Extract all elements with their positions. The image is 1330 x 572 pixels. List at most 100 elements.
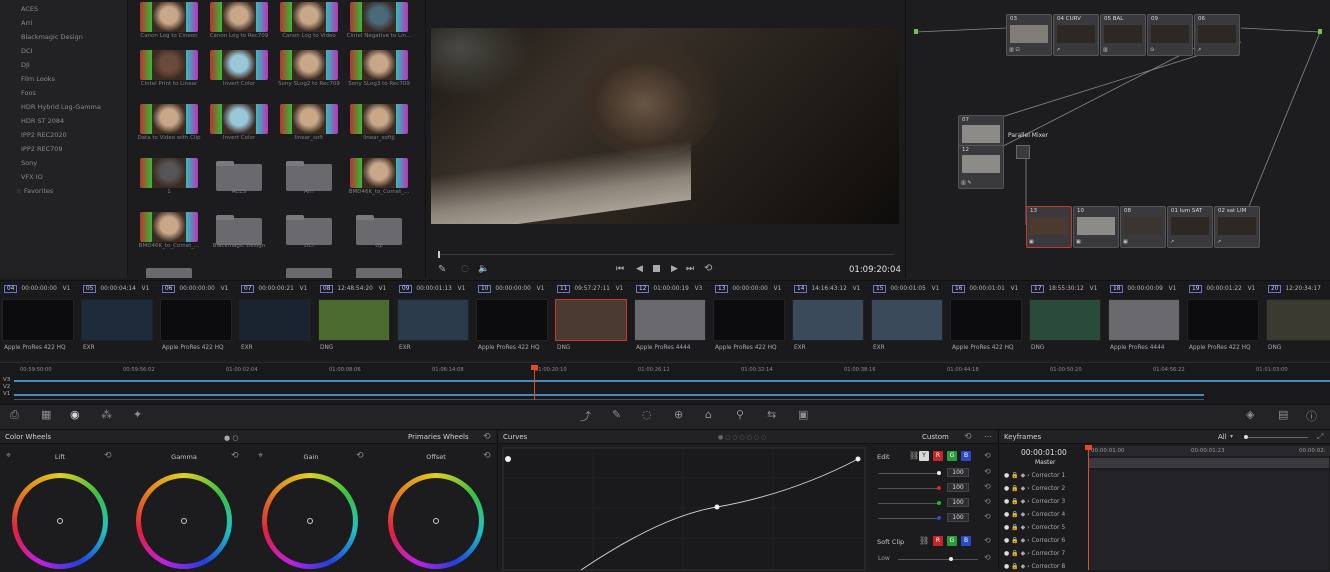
softclip-r-button[interactable]: R <box>933 536 943 546</box>
keyframe-row[interactable]: ● 🔒 ◆ › Corrector 8 <box>1004 563 1065 570</box>
value-b[interactable]: 100 <box>947 513 969 522</box>
node-01-lum-sat[interactable]: 01 lum SAT ↗ <box>1167 206 1213 248</box>
lock-icon[interactable]: 🔒 <box>1011 511 1018 518</box>
lut-folder-icon[interactable] <box>146 265 192 278</box>
node-09[interactable]: 09 ⊙ <box>1147 14 1193 56</box>
zoom-slider[interactable] <box>1244 437 1308 438</box>
color-wheel[interactable] <box>388 473 484 569</box>
lut-folder-item[interactable]: HDR Hybrid Log-Gamma <box>21 103 101 111</box>
lut-folder-item[interactable]: DCI <box>21 47 32 55</box>
slider-g[interactable] <box>878 503 940 504</box>
lut-folder-item[interactable]: Arri <box>21 19 32 27</box>
reverse-icon[interactable]: ◀ <box>636 264 643 274</box>
reset-icon[interactable]: ⟲ <box>984 497 991 506</box>
clip-thumbnail[interactable] <box>1187 299 1259 341</box>
lut-folder-icon[interactable] <box>286 265 332 278</box>
reset-gain-icon[interactable]: ⟲ <box>356 451 364 461</box>
parallel-mixer-node[interactable] <box>1016 145 1030 159</box>
play-icon[interactable]: ▶ <box>671 264 678 274</box>
lut-thumbnail[interactable] <box>280 50 338 80</box>
reset-icon[interactable]: ⟲ <box>984 482 991 491</box>
stop-icon[interactable] <box>653 265 660 272</box>
slider-r[interactable] <box>878 488 940 489</box>
link-icon[interactable]: ⛓ <box>919 536 929 545</box>
reset-icon[interactable]: ⟲ <box>984 451 991 460</box>
keyframe-row[interactable]: ● 🔒 ◆ › Corrector 3 <box>1004 498 1065 505</box>
wheel-center-handle[interactable] <box>433 518 439 524</box>
lut-thumbnail[interactable] <box>140 104 198 134</box>
lut-folder-item[interactable]: Foos <box>21 89 36 97</box>
color-wheels-icon[interactable]: ◉ <box>70 408 80 421</box>
slider-y[interactable] <box>878 473 940 474</box>
qualifier-icon[interactable]: ✎ <box>612 408 621 421</box>
crosshair-icon[interactable]: ⌖ <box>6 451 11 461</box>
reset-icon[interactable]: ⟲ <box>984 536 991 545</box>
channel-g-button[interactable]: G <box>947 451 957 461</box>
diamond-icon[interactable]: ◆ <box>1021 511 1026 518</box>
color-wheel[interactable] <box>262 473 358 569</box>
3d-icon[interactable]: ▣ <box>798 408 808 421</box>
reset-icon[interactable]: ⟲ <box>964 432 972 442</box>
reset-lift-icon[interactable]: ⟲ <box>104 451 112 461</box>
key-icon[interactable]: ⚲ <box>736 408 744 421</box>
lut-folder-item[interactable]: Sony <box>21 159 37 167</box>
lut-thumbnail[interactable] <box>350 2 408 32</box>
expand-icon[interactable]: ⤢ <box>1317 432 1323 442</box>
clip-thumbnail[interactable] <box>713 299 785 341</box>
channel-r-button[interactable]: R <box>933 451 943 461</box>
lock-icon[interactable]: 🔒 <box>1011 563 1018 570</box>
volume-icon[interactable]: 🔈 <box>478 264 489 274</box>
clip-thumbnail[interactable] <box>792 299 864 341</box>
clip-thumbnail[interactable] <box>1266 299 1330 341</box>
lut-thumbnail[interactable] <box>140 212 198 242</box>
lut-folder-icon[interactable] <box>286 215 332 245</box>
keyframe-row[interactable]: ● 🔒 ◆ › Corrector 5 <box>1004 524 1065 531</box>
diamond-icon[interactable]: ◆ <box>1021 485 1026 492</box>
diamond-icon[interactable]: ◆ <box>1021 537 1026 544</box>
curves-tool-icon[interactable]: ⤴ <box>580 408 591 424</box>
blur-icon[interactable]: ⌂ <box>705 408 712 421</box>
chevron-right-icon[interactable]: › <box>1027 537 1029 544</box>
node-08[interactable]: 08 ▣ <box>1120 206 1166 248</box>
value-y[interactable]: 100 <box>947 468 969 477</box>
lut-folder-item[interactable]: DJI <box>21 61 30 69</box>
color-wheel[interactable] <box>12 473 108 569</box>
picker-icon[interactable]: ✎ <box>438 264 446 275</box>
mini-timeline[interactable]: 00:59:50:00 00:59:56:02 01:00:02:04 01:00:0… <box>0 362 1330 404</box>
diamond-icon[interactable]: ◆ <box>1021 524 1026 531</box>
reset-icon[interactable]: ⟲ <box>483 432 491 442</box>
lut-folder-item[interactable]: Blackmagic Design <box>21 33 83 41</box>
clip-thumbnail[interactable] <box>81 299 153 341</box>
scopes-icon[interactable]: ▤ <box>1278 408 1288 421</box>
node-06[interactable]: 06 ↗ <box>1194 14 1240 56</box>
skip-back-icon[interactable]: ⏮ <box>616 264 624 274</box>
lock-icon[interactable]: 🔒 <box>1011 550 1018 557</box>
skip-forward-icon[interactable]: ⏭ <box>686 264 694 274</box>
playhead[interactable] <box>534 366 535 400</box>
chevron-right-icon[interactable]: › <box>1027 498 1029 505</box>
softclip-g-button[interactable]: G <box>947 536 957 546</box>
curves-page-dots[interactable]: ● ○ ○ ○ ○ ○ ○ <box>718 434 766 441</box>
chevron-down-icon[interactable]: ▾ <box>1230 433 1233 440</box>
playhead-marker[interactable] <box>438 251 440 258</box>
lut-folder-icon[interactable] <box>216 161 262 191</box>
node-13[interactable]: 13 ▣ <box>1026 206 1072 248</box>
lut-thumbnail[interactable] <box>350 104 408 134</box>
nodes-icon[interactable]: ⁂ <box>101 408 112 421</box>
node-02-sat-lim[interactable]: 02 sat LIM ↗ <box>1214 206 1260 248</box>
page-dots[interactable]: ● ○ <box>224 434 238 442</box>
lut-folder-item[interactable]: IPP2 REC709 <box>21 145 63 153</box>
slider-b[interactable] <box>878 518 940 519</box>
clip-thumbnail[interactable] <box>397 299 469 341</box>
keyframes-playhead-cap[interactable] <box>1085 445 1092 450</box>
wheels-mode-select[interactable]: Primaries Wheels <box>408 433 469 441</box>
lut-folder-item[interactable]: HDR ST 2084 <box>21 117 64 125</box>
chevron-right-icon[interactable]: › <box>1027 524 1029 531</box>
keyframe-row[interactable]: ● 🔒 ◆ › Corrector 2 <box>1004 485 1065 492</box>
diamond-icon[interactable]: ◆ <box>1021 472 1026 479</box>
loop-icon[interactable]: ⟲ <box>704 263 712 274</box>
lut-thumbnail[interactable] <box>280 2 338 32</box>
clip-thumbnail[interactable] <box>318 299 390 341</box>
viewer-scrubber[interactable] <box>438 254 894 255</box>
keyframes-filter-select[interactable]: All <box>1218 433 1227 441</box>
